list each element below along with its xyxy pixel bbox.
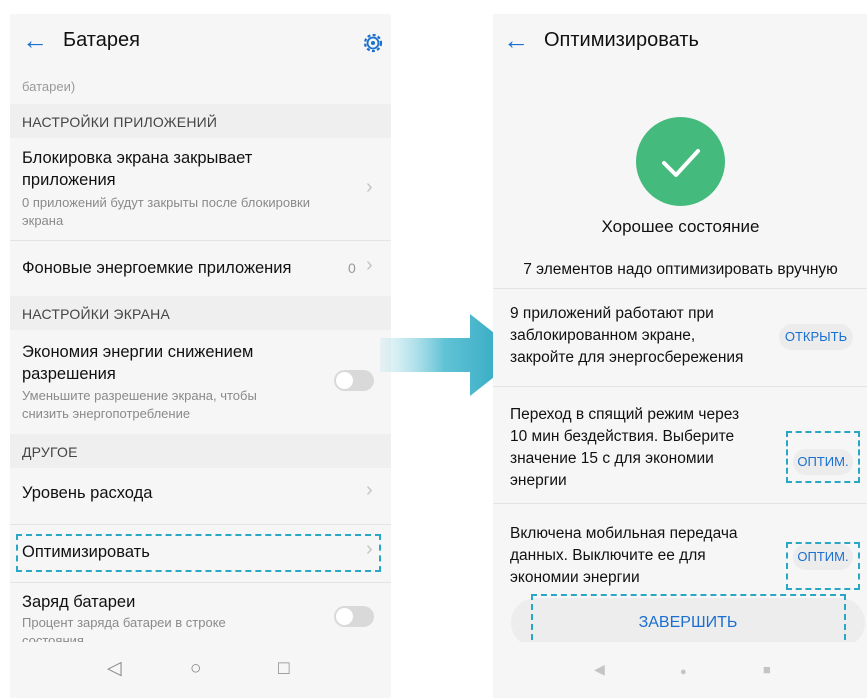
- item-title: разрешения: [22, 365, 116, 383]
- optimize-mobile-data-highlight: [786, 542, 860, 590]
- nav-home-icon[interactable]: ●: [680, 661, 687, 683]
- consumption-level-item[interactable]: Уровень расхода ›: [10, 468, 391, 520]
- item-title: Уровень расхода: [22, 484, 153, 502]
- item-text: 10 мин бездействия. Выберите: [510, 428, 735, 445]
- nav-recent-icon[interactable]: □: [278, 658, 289, 680]
- item-text: энергии: [510, 472, 567, 489]
- item-subtitle: снизить энергопотребление: [22, 406, 191, 421]
- nav-recent-icon[interactable]: ■: [763, 659, 771, 681]
- chevron-right-icon: ›: [366, 479, 373, 501]
- optimize-screen: ← Оптимизировать Хорошее состояние 7 эле…: [493, 14, 867, 698]
- item-text: Включена мобильная передача: [510, 525, 738, 542]
- navigation-bar: ◁ ○ □: [10, 642, 391, 698]
- locked-apps-item: 9 приложений работают при заблокированно…: [493, 294, 867, 379]
- item-subtitle: Процент заряда батареи в строке: [22, 615, 226, 630]
- background-apps-item[interactable]: Фоновые энергоемкие приложения 0 ›: [10, 241, 391, 294]
- truncated-text: батареи): [22, 79, 76, 94]
- page-title: Батарея: [63, 29, 140, 51]
- item-title: Экономия энергии снижением: [22, 343, 254, 361]
- header: ← Оптимизировать: [493, 14, 867, 70]
- item-title: Фоновые энергоемкие приложения: [22, 259, 292, 277]
- navigation-bar: ◀ ● ■: [493, 642, 867, 698]
- item-text: заблокированном экране,: [510, 327, 696, 344]
- lock-screen-close-apps-item[interactable]: Блокировка экрана закрывает приложения 0…: [10, 138, 391, 252]
- section-screen-settings: НАСТРОЙКИ ЭКРАНА: [10, 296, 391, 330]
- battery-percent-toggle[interactable]: [334, 606, 374, 627]
- item-subtitle: 0 приложений будут закрыты после блокиро…: [22, 195, 310, 210]
- item-text: данных. Выключите ее для: [510, 547, 706, 564]
- status-check-icon: [636, 117, 725, 206]
- resolution-saving-item: Экономия энергии снижением разрешения Ум…: [10, 330, 391, 434]
- optimize-sleep-highlight: [786, 431, 860, 483]
- resolution-toggle[interactable]: [334, 370, 374, 391]
- item-text: 9 приложений работают при: [510, 305, 714, 322]
- nav-home-icon[interactable]: ○: [190, 658, 201, 680]
- section-other: ДРУГОЕ: [10, 434, 391, 468]
- section-app-settings: НАСТРОЙКИ ПРИЛОЖЕНИЙ: [10, 104, 391, 138]
- item-value: 0: [348, 260, 356, 276]
- back-arrow-icon[interactable]: ←: [503, 27, 529, 53]
- gear-icon[interactable]: [362, 32, 384, 54]
- battery-screen: ← Батарея батареи) НАСТРОЙКИ ПРИЛОЖЕНИЙ …: [10, 14, 391, 698]
- chevron-right-icon: ›: [366, 176, 373, 198]
- item-subtitle: экрана: [22, 213, 64, 228]
- open-button[interactable]: ОТКРЫТЬ: [779, 324, 853, 350]
- header: ← Батарея: [10, 14, 391, 70]
- item-title: Заряд батареи: [22, 593, 136, 611]
- nav-back-icon[interactable]: ◀: [594, 658, 605, 680]
- status-text: Хорошее состояние: [601, 217, 760, 236]
- item-text: значение 15 с для экономии: [510, 450, 714, 467]
- item-title: Блокировка экрана закрывает: [22, 149, 253, 167]
- item-title: приложения: [22, 171, 116, 189]
- item-text: экономии энергии: [510, 569, 640, 586]
- item-text: закройте для энергосбережения: [510, 349, 744, 366]
- nav-back-icon[interactable]: ◁: [107, 658, 122, 680]
- page-title: Оптимизировать: [544, 29, 699, 51]
- chevron-right-icon: ›: [366, 254, 373, 276]
- item-subtitle: Уменьшите разрешение экрана, чтобы: [22, 388, 257, 403]
- optimize-highlight: [16, 534, 381, 572]
- item-text: Переход в спящий режим через: [510, 406, 740, 423]
- back-arrow-icon[interactable]: ←: [22, 27, 48, 53]
- manual-items-count: 7 элементов надо оптимизировать вручную: [523, 261, 838, 278]
